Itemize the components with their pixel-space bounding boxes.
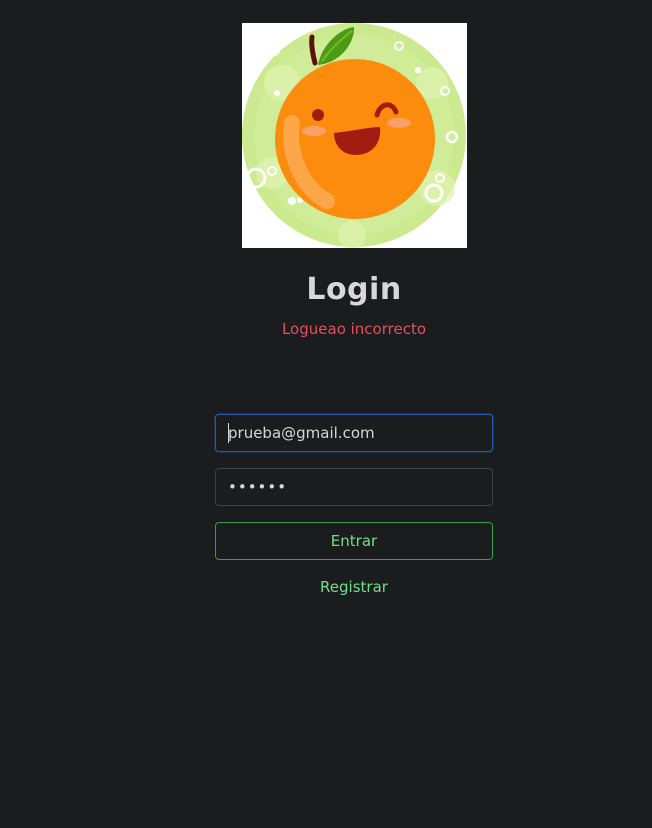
page-title: Login — [306, 272, 402, 307]
register-link[interactable]: Registrar — [0, 578, 652, 596]
orange-logo — [242, 23, 467, 248]
login-error-message: Logueao incorrecto — [281, 320, 427, 338]
login-page: Login Logueao incorrecto Entrar Registra… — [0, 0, 652, 828]
login-button[interactable]: Entrar — [215, 522, 493, 560]
password-field[interactable] — [215, 468, 493, 506]
text-cursor — [228, 423, 229, 443]
email-field[interactable] — [215, 414, 493, 452]
smiling-orange-icon — [242, 23, 466, 248]
